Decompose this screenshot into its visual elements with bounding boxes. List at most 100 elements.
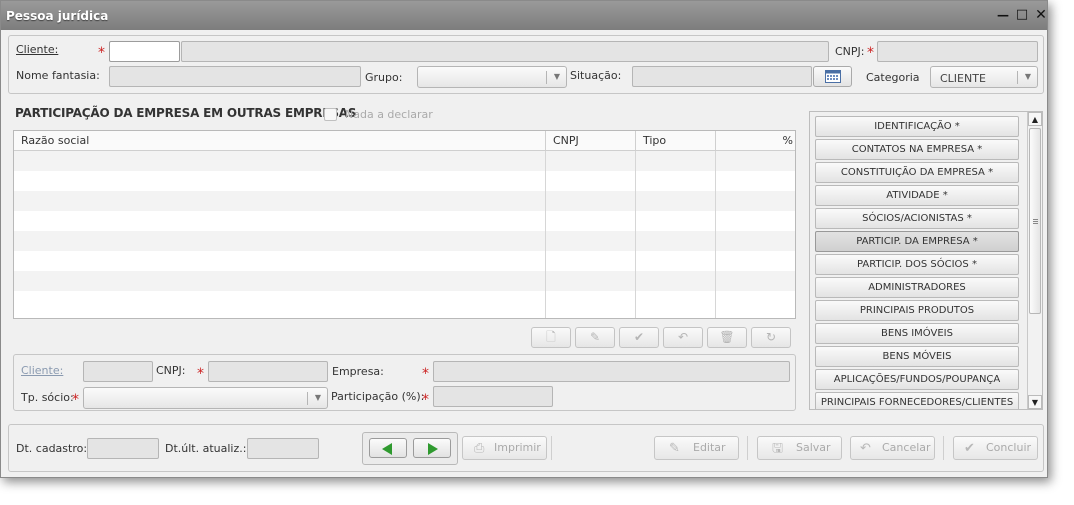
editar-button[interactable]: ✎ Editar [654,436,739,460]
table-row[interactable] [14,151,795,171]
dt-cadastro-label: Dt. cadastro: [16,442,88,455]
printer-icon: ⎙ [474,441,485,456]
table-row[interactable] [14,251,795,271]
previous-record-button[interactable] [369,438,407,458]
check-icon: ✔ [964,441,975,456]
imprimir-button[interactable]: ⎙ Imprimir [462,436,547,460]
table-row[interactable] [14,291,795,311]
close-icon[interactable]: ✕ [1034,8,1048,22]
categoria-label: Categoria [866,71,920,84]
undo-icon: ↶ [860,441,871,456]
save-icon: 🖫 [772,441,784,456]
table-row[interactable] [14,171,795,191]
cliente-code-input[interactable] [109,41,180,62]
nav-item-11[interactable]: APLICAÇÕES/FUNDOS/POUPANÇA [815,369,1019,390]
empresa-label: Empresa: [332,365,384,378]
scroll-thumb[interactable] [1029,128,1041,314]
tp-socio-select[interactable]: ▼ [83,387,328,409]
undo-icon: ↶ [677,330,689,344]
refresh-button[interactable]: ↻ [751,327,791,348]
detail-cliente-label[interactable]: Cliente: [21,364,63,377]
required-marker: * [72,392,79,408]
section-nav: IDENTIFICAÇÃO * CONTATOS NA EMPRESA * CONS… [809,111,1043,410]
imprimir-label: Imprimir [494,441,541,454]
arrow-left-icon [382,443,392,455]
nav-item-5[interactable]: PARTICIP. DA EMPRESA * [815,231,1019,252]
cancelar-button[interactable]: ↶ Cancelar [850,436,935,460]
nav-item-10[interactable]: BENS MÓVEIS [815,346,1019,367]
concluir-label: Concluir [986,441,1032,454]
detail-cnpj-field [208,361,328,382]
nav-item-7[interactable]: ADMINISTRADORES [815,277,1019,298]
required-marker: * [422,366,429,382]
nav-item-1[interactable]: CONTATOS NA EMPRESA * [815,139,1019,160]
required-marker: * [98,45,105,61]
trash-icon: 🗑 [719,330,735,344]
minimize-icon[interactable]: — [996,8,1010,22]
table-row[interactable] [14,271,795,291]
grupo-label: Grupo: [365,71,403,84]
new-document-icon: 🗋 [546,330,556,344]
situacao-label: Situação: [570,69,622,82]
scroll-down-icon[interactable]: ▼ [1028,395,1042,409]
dt-ult-atualiz-field [247,438,319,459]
categoria-value: CLIENTE [940,72,986,85]
table-row[interactable] [14,211,795,231]
column-header-razao-social[interactable]: Razão social [14,131,546,151]
calendar-icon [825,70,841,83]
check-icon: ✔ [633,330,645,344]
nav-item-8[interactable]: PRINCIPAIS PRODUTOS [815,300,1019,321]
participacao-table[interactable]: Razão social CNPJ Tipo % [13,130,796,319]
nav-scrollbar[interactable]: ▲ ▼ [1027,112,1042,409]
dt-cadastro-field [87,438,159,459]
nav-item-12[interactable]: PRINCIPAIS FORNECEDORES/CLIENTES [815,392,1019,409]
nav-list: IDENTIFICAÇÃO * CONTATOS NA EMPRESA * CONS… [810,112,1029,409]
nav-item-4[interactable]: SÓCIOS/ACIONISTAS * [815,208,1019,229]
nome-fantasia-label: Nome fantasia: [16,69,100,82]
concluir-button[interactable]: ✔ Concluir [953,436,1038,460]
tp-socio-label: Tp. sócio: [21,391,74,404]
table-row[interactable] [14,231,795,251]
undo-row-button[interactable]: ↶ [663,327,703,348]
nada-declarar-checkbox[interactable] [324,108,337,121]
maximize-icon[interactable]: □ [1015,8,1029,22]
nav-item-2[interactable]: CONSTITUIÇÃO DA EMPRESA * [815,162,1019,183]
column-header-percent[interactable]: % [716,131,796,151]
cliente-label[interactable]: Cliente: [16,43,58,56]
nav-item-9[interactable]: BENS IMÓVEIS [815,323,1019,344]
section-title: PARTICIPAÇÃO DA EMPRESA EM OUTRAS EMPRES… [15,106,357,120]
detail-cliente-field [83,361,153,382]
cnpj-field [877,41,1038,62]
table-header: Razão social CNPJ Tipo % [14,131,795,151]
participacao-label: Participação (%): [331,390,425,403]
nome-fantasia-field [109,66,361,87]
grupo-select[interactable]: ▼ [417,66,567,88]
situacao-field [632,66,812,87]
delete-row-button[interactable]: 🗑 [707,327,747,348]
chevron-down-icon: ▼ [1024,72,1031,81]
chevron-down-icon: ▼ [553,72,560,81]
next-record-button[interactable] [413,438,451,458]
nav-item-0[interactable]: IDENTIFICAÇÃO * [815,116,1019,137]
dt-ult-atualiz-label: Dt.últ. atualiz.: [165,442,247,455]
salvar-button[interactable]: 🖫 Salvar [757,436,842,460]
cnpj-label: CNPJ: [835,45,865,58]
cancelar-label: Cancelar [882,441,931,454]
participacao-field [433,386,553,407]
confirm-row-button[interactable]: ✔ [619,327,659,348]
title-bar[interactable]: Pessoa jurídica — □ ✕ [1,1,1047,30]
detail-cnpj-label: CNPJ: [156,364,186,377]
table-row[interactable] [14,191,795,211]
column-header-tipo[interactable]: Tipo [636,131,716,151]
column-header-cnpj[interactable]: CNPJ [546,131,636,151]
scroll-up-icon[interactable]: ▲ [1028,112,1042,126]
pencil-icon: ✎ [669,441,680,456]
new-button[interactable]: 🗋 [531,327,571,348]
cliente-name-field [181,41,829,62]
edit-row-button[interactable]: ✎ [575,327,615,348]
calendar-button[interactable] [813,66,852,87]
nav-item-3[interactable]: ATIVIDADE * [815,185,1019,206]
categoria-select[interactable]: CLIENTE ▼ [930,66,1038,88]
required-marker: * [867,45,874,61]
nav-item-6[interactable]: PARTICIP. DOS SÓCIOS * [815,254,1019,275]
